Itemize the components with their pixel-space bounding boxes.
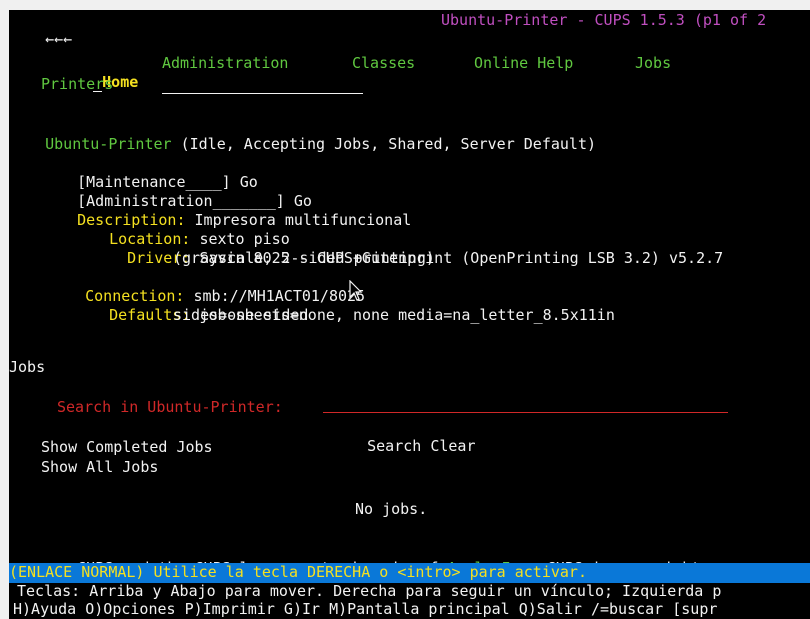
lynx-terminal: ←←← Ubuntu-Printer - CUPS 1.5.3 (p1 of 2… [9, 10, 810, 619]
nav-home[interactable]: Home [57, 54, 138, 92]
no-jobs-message: No jobs. [355, 500, 428, 518]
link-info-text: (ENLACE NORMAL) Utilice la tecla DERECHA… [9, 563, 587, 581]
keys-help-line-1: Teclas: Arriba y Abajo para mover. Derec… [17, 582, 722, 600]
printer-state: (Idle, Accepting Jobs, Shared, Server De… [180, 135, 597, 153]
trademark-line: CUPS and the CUPS logo are trademarks of… [41, 540, 700, 577]
printer-name-link[interactable]: Ubuntu-Printer [45, 135, 171, 153]
show-all-jobs-link[interactable]: Show All Jobs [41, 458, 158, 477]
description-row: Description: Impresora multifuncional [41, 192, 411, 229]
search-input[interactable] [323, 412, 728, 413]
mouse-pointer-icon [349, 280, 363, 301]
location-row: Location: sexto piso [73, 211, 290, 248]
nav-classes[interactable]: Classes [352, 54, 415, 73]
nav-printers[interactable]: Printers [41, 75, 113, 94]
search-button[interactable]: Search [367, 437, 421, 455]
defaults-row: Defaults: job-sheets=none, none media=na… [73, 287, 615, 324]
keys-help-line-2: H)Ayuda O)Opciones P)Imprimir G)Ir M)Pan… [13, 600, 718, 618]
administration-row: [Administration_______] Go [41, 173, 312, 210]
clear-button[interactable]: Clear [430, 437, 475, 455]
search-label: Search in Ubuntu-Printer: [57, 398, 283, 416]
driver-row: Driver: Savin 8025 - CUPS+Gutenprint (Op… [91, 230, 723, 267]
driver-value-cont: (grayscale, 2-sided printing) [173, 249, 435, 267]
search-buttons: Search Clear [331, 418, 475, 455]
nav-online-help[interactable]: Online Help [474, 54, 573, 73]
nav-underline [162, 93, 363, 94]
defaults-value-cont: sides=one-sided [173, 306, 309, 324]
jobs-heading: Jobs [9, 358, 46, 376]
nav-administration[interactable]: Administration [162, 54, 288, 73]
page-title: Ubuntu-Printer - CUPS 1.5.3 (p1 of 2 [441, 11, 767, 29]
back-arrows-icon: ←←← [45, 30, 73, 48]
status-bar: (ENLACE NORMAL) Utilice la tecla DERECHA… [9, 563, 810, 583]
connection-row: Connection: smb://MH1ACT01/8025 [49, 268, 365, 305]
title-line: ←←← [9, 11, 72, 48]
nav-jobs[interactable]: Jobs [635, 54, 671, 73]
show-completed-jobs-link[interactable]: Show Completed Jobs [41, 438, 213, 457]
maintenance-row: [Maintenance____] Go [41, 154, 258, 191]
printer-header: Ubuntu-Printer (Idle, Accepting Jobs, Sh… [9, 116, 596, 153]
